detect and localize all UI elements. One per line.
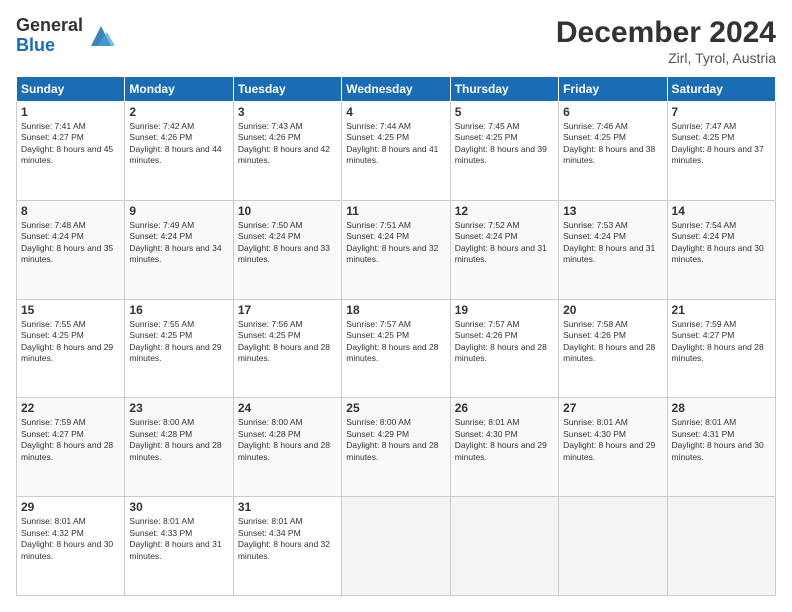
location: Zirl, Tyrol, Austria (556, 50, 776, 66)
col-sunday: Sunday (17, 77, 125, 102)
table-row: 29Sunrise: 8:01 AMSunset: 4:32 PMDayligh… (17, 497, 125, 596)
table-row: 31Sunrise: 8:01 AMSunset: 4:34 PMDayligh… (233, 497, 341, 596)
table-row: 11Sunrise: 7:51 AMSunset: 4:24 PMDayligh… (342, 200, 450, 299)
table-row: 30Sunrise: 8:01 AMSunset: 4:33 PMDayligh… (125, 497, 233, 596)
table-row: 24Sunrise: 8:00 AMSunset: 4:28 PMDayligh… (233, 398, 341, 497)
header: General Blue December 2024 Zirl, Tyrol, … (16, 16, 776, 66)
table-row (450, 497, 558, 596)
col-monday: Monday (125, 77, 233, 102)
table-row: 26Sunrise: 8:01 AMSunset: 4:30 PMDayligh… (450, 398, 558, 497)
table-row (342, 497, 450, 596)
table-row: 20Sunrise: 7:58 AMSunset: 4:26 PMDayligh… (559, 299, 667, 398)
table-row: 5Sunrise: 7:45 AMSunset: 4:25 PMDaylight… (450, 102, 558, 201)
table-row: 12Sunrise: 7:52 AMSunset: 4:24 PMDayligh… (450, 200, 558, 299)
table-row: 25Sunrise: 8:00 AMSunset: 4:29 PMDayligh… (342, 398, 450, 497)
col-wednesday: Wednesday (342, 77, 450, 102)
logo: General Blue (16, 16, 115, 56)
table-row: 17Sunrise: 7:56 AMSunset: 4:25 PMDayligh… (233, 299, 341, 398)
table-row: 27Sunrise: 8:01 AMSunset: 4:30 PMDayligh… (559, 398, 667, 497)
logo-general: General (16, 15, 83, 35)
table-row (559, 497, 667, 596)
month-year: December 2024 (556, 16, 776, 50)
logo-blue: Blue (16, 35, 55, 55)
page: General Blue December 2024 Zirl, Tyrol, … (0, 0, 792, 612)
col-thursday: Thursday (450, 77, 558, 102)
table-row: 16Sunrise: 7:55 AMSunset: 4:25 PMDayligh… (125, 299, 233, 398)
table-row: 21Sunrise: 7:59 AMSunset: 4:27 PMDayligh… (667, 299, 775, 398)
table-row: 1Sunrise: 7:41 AMSunset: 4:27 PMDaylight… (17, 102, 125, 201)
table-row (667, 497, 775, 596)
table-row: 10Sunrise: 7:50 AMSunset: 4:24 PMDayligh… (233, 200, 341, 299)
table-row: 18Sunrise: 7:57 AMSunset: 4:25 PMDayligh… (342, 299, 450, 398)
col-friday: Friday (559, 77, 667, 102)
table-row: 6Sunrise: 7:46 AMSunset: 4:25 PMDaylight… (559, 102, 667, 201)
table-row: 3Sunrise: 7:43 AMSunset: 4:26 PMDaylight… (233, 102, 341, 201)
table-row: 19Sunrise: 7:57 AMSunset: 4:26 PMDayligh… (450, 299, 558, 398)
logo-icon (87, 22, 115, 50)
table-row: 22Sunrise: 7:59 AMSunset: 4:27 PMDayligh… (17, 398, 125, 497)
table-row: 9Sunrise: 7:49 AMSunset: 4:24 PMDaylight… (125, 200, 233, 299)
table-row: 13Sunrise: 7:53 AMSunset: 4:24 PMDayligh… (559, 200, 667, 299)
calendar: Sunday Monday Tuesday Wednesday Thursday… (16, 76, 776, 596)
header-row: Sunday Monday Tuesday Wednesday Thursday… (17, 77, 776, 102)
col-saturday: Saturday (667, 77, 775, 102)
table-row: 7Sunrise: 7:47 AMSunset: 4:25 PMDaylight… (667, 102, 775, 201)
col-tuesday: Tuesday (233, 77, 341, 102)
table-row: 23Sunrise: 8:00 AMSunset: 4:28 PMDayligh… (125, 398, 233, 497)
title-block: December 2024 Zirl, Tyrol, Austria (556, 16, 776, 66)
table-row: 8Sunrise: 7:48 AMSunset: 4:24 PMDaylight… (17, 200, 125, 299)
table-row: 15Sunrise: 7:55 AMSunset: 4:25 PMDayligh… (17, 299, 125, 398)
table-row: 14Sunrise: 7:54 AMSunset: 4:24 PMDayligh… (667, 200, 775, 299)
table-row: 28Sunrise: 8:01 AMSunset: 4:31 PMDayligh… (667, 398, 775, 497)
table-row: 2Sunrise: 7:42 AMSunset: 4:26 PMDaylight… (125, 102, 233, 201)
table-row: 4Sunrise: 7:44 AMSunset: 4:25 PMDaylight… (342, 102, 450, 201)
